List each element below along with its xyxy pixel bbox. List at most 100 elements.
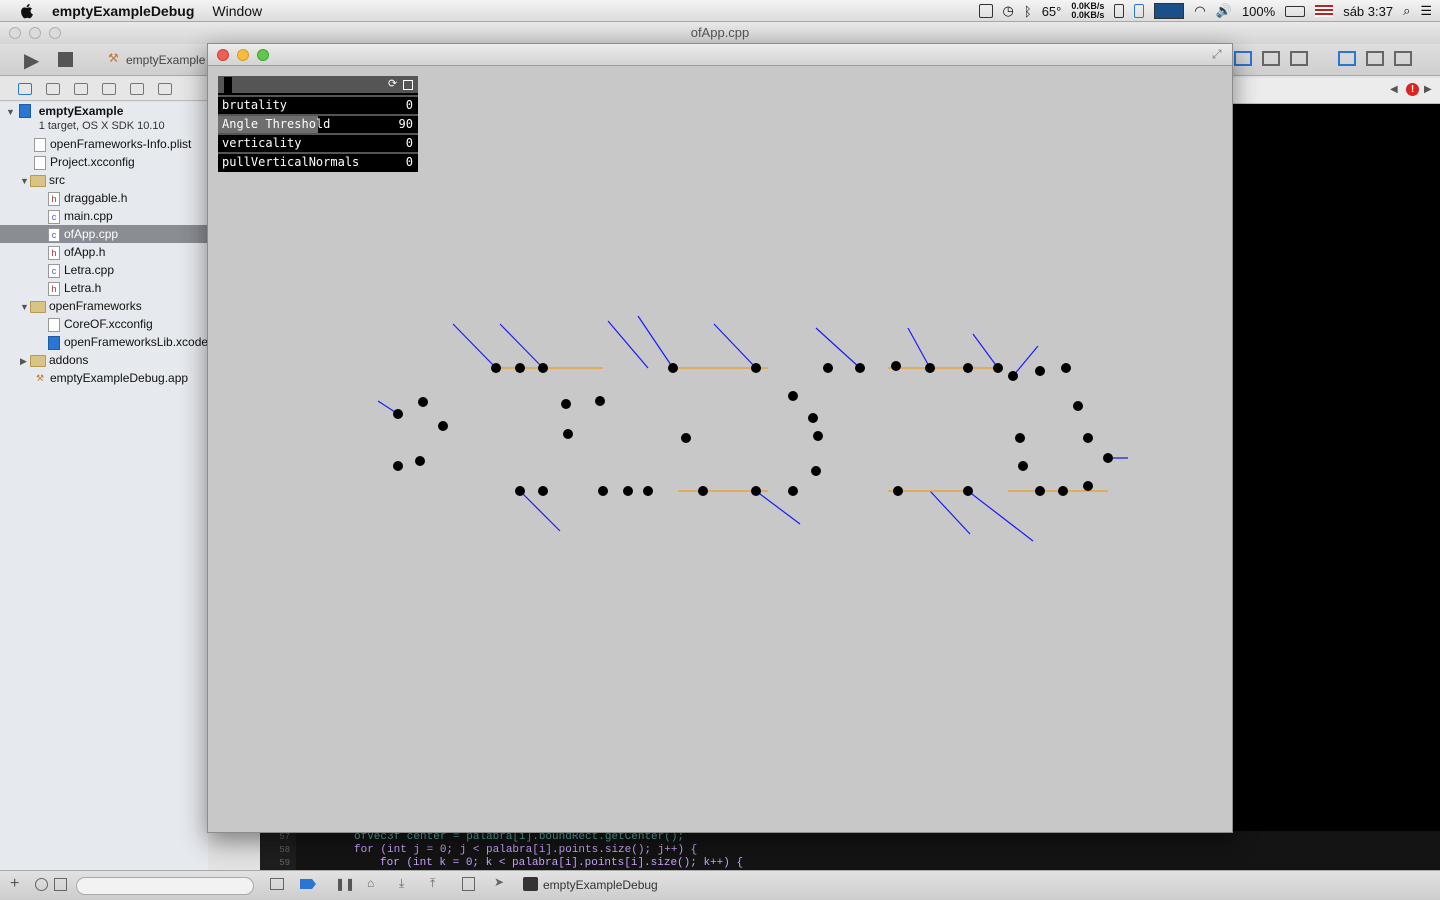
error-icon[interactable]: !: [1406, 83, 1419, 96]
control-point[interactable]: [563, 429, 573, 439]
breakpoints-toggle-icon[interactable]: [300, 879, 316, 889]
network-speed[interactable]: 0.0KB/s 0.0KB/s: [1071, 2, 1104, 20]
file-item[interactable]: Project.xcconfig: [0, 153, 208, 171]
symbol-navigator-icon[interactable]: [46, 82, 60, 95]
xcode-zoom-button[interactable]: [49, 27, 61, 39]
stop-icon[interactable]: [58, 52, 73, 67]
wifi-icon[interactable]: ◠: [1194, 3, 1205, 19]
control-point[interactable]: [1018, 461, 1028, 471]
disclosure-open-icon[interactable]: ▼: [20, 298, 30, 315]
step-over-icon[interactable]: ⌂: [367, 876, 374, 890]
issue-navigator-icon[interactable]: [102, 82, 116, 95]
file-item[interactable]: c Letra.cpp: [0, 261, 208, 279]
find-navigator-icon[interactable]: [74, 82, 88, 95]
control-point[interactable]: [623, 486, 633, 496]
control-point[interactable]: [925, 363, 935, 373]
control-point[interactable]: [1083, 481, 1093, 491]
debug-target-label[interactable]: emptyExampleDebug: [543, 878, 658, 892]
memory-meter-icon[interactable]: [1114, 4, 1125, 18]
of-canvas[interactable]: [208, 66, 1232, 832]
control-point[interactable]: [1008, 371, 1018, 381]
cpu-graph-icon[interactable]: [1154, 3, 1185, 19]
battery-percent[interactable]: 100%: [1242, 4, 1275, 19]
previous-issue-icon[interactable]: ◀: [1390, 84, 1398, 95]
editor-area[interactable]: [1232, 104, 1440, 870]
control-point[interactable]: [491, 363, 501, 373]
code-line[interactable]: for (int j = 0; j < palabra[i].points.si…: [354, 844, 697, 857]
control-point[interactable]: [698, 486, 708, 496]
control-point[interactable]: [668, 363, 678, 373]
control-point[interactable]: [1058, 486, 1068, 496]
flag-icon[interactable]: [1315, 5, 1334, 17]
navigator-filter-input[interactable]: [76, 877, 254, 895]
control-point[interactable]: [438, 421, 448, 431]
control-point[interactable]: [643, 486, 653, 496]
code-editor[interactable]: 57 58 59 ofVec3f center = palabra[i].bou…: [260, 831, 1440, 870]
simulate-location-icon[interactable]: ➤: [494, 875, 504, 889]
pause-icon[interactable]: ❚❚: [335, 877, 355, 891]
control-point[interactable]: [393, 409, 403, 419]
airplay-icon[interactable]: [978, 4, 993, 18]
test-navigator-icon[interactable]: [130, 82, 144, 95]
control-point[interactable]: [515, 486, 525, 496]
file-item[interactable]: h Letra.h: [0, 279, 208, 297]
control-point[interactable]: [1083, 433, 1093, 443]
control-point[interactable]: [751, 363, 761, 373]
source-control-filter-icon[interactable]: [54, 878, 67, 891]
control-point[interactable]: [963, 363, 973, 373]
apple-icon[interactable]: [20, 3, 34, 19]
control-point[interactable]: [1035, 486, 1045, 496]
step-into-icon[interactable]: ⤓: [399, 876, 404, 891]
control-point[interactable]: [681, 433, 691, 443]
disclosure-open-icon[interactable]: ▼: [20, 172, 30, 189]
file-item[interactable]: h ofApp.h: [0, 243, 208, 261]
control-point[interactable]: [1061, 363, 1071, 373]
file-item[interactable]: openFrameworksLib.xcodeproj: [0, 333, 208, 351]
control-point[interactable]: [1015, 433, 1025, 443]
control-point[interactable]: [515, 363, 525, 373]
control-point[interactable]: [751, 486, 761, 496]
group-item[interactable]: ▶ addons: [0, 351, 208, 369]
temperature-readout[interactable]: 65°: [1042, 4, 1062, 19]
control-point[interactable]: [788, 486, 798, 496]
debug-area-toggle-icon[interactable]: [1366, 51, 1384, 66]
notification-center-icon[interactable]: ☰: [1420, 3, 1432, 19]
control-point[interactable]: [813, 431, 823, 441]
control-point[interactable]: [595, 396, 605, 406]
clock[interactable]: sáb 3:37: [1343, 4, 1393, 19]
code-line[interactable]: for (int k = 0; k < palabra[i].points[i]…: [380, 857, 743, 870]
disk-meter-icon[interactable]: [1134, 4, 1145, 18]
navigator-toggle-icon[interactable]: [1338, 51, 1356, 66]
control-point[interactable]: [1035, 366, 1045, 376]
project-root[interactable]: ▼ emptyExample 1 target, OS X SDK 10.10: [0, 104, 208, 138]
control-point[interactable]: [993, 363, 1003, 373]
control-point[interactable]: [823, 363, 833, 373]
minimize-button[interactable]: [237, 49, 249, 61]
control-point[interactable]: [418, 397, 428, 407]
debug-navigator-icon[interactable]: [158, 82, 172, 95]
version-editor-icon[interactable]: [1290, 51, 1308, 66]
step-out-icon[interactable]: ⤒: [430, 876, 435, 891]
view-hierarchy-icon[interactable]: [462, 877, 475, 891]
zoom-button[interactable]: [257, 49, 269, 61]
bluetooth-icon[interactable]: ᛒ: [1024, 4, 1032, 19]
group-item[interactable]: ▼ src: [0, 171, 208, 189]
control-point[interactable]: [811, 466, 821, 476]
control-point[interactable]: [598, 486, 608, 496]
control-point[interactable]: [1073, 401, 1083, 411]
file-item[interactable]: openFrameworks-Info.plist: [0, 135, 208, 153]
fullscreen-icon[interactable]: ⤢: [1212, 47, 1222, 62]
disclosure-open-icon[interactable]: ▼: [6, 105, 16, 119]
xcode-close-button[interactable]: [9, 27, 21, 39]
assistant-editor-icon[interactable]: [1262, 51, 1280, 66]
standard-editor-icon[interactable]: [1234, 51, 1252, 66]
utilities-toggle-icon[interactable]: [1394, 51, 1412, 66]
recent-files-icon[interactable]: [35, 878, 48, 891]
control-point[interactable]: [415, 456, 425, 466]
menu-window[interactable]: Window: [212, 3, 262, 19]
volume-icon[interactable]: 🔊: [1216, 3, 1232, 19]
file-item[interactable]: CoreOF.xcconfig: [0, 315, 208, 333]
xcode-minimize-button[interactable]: [29, 27, 41, 39]
control-point[interactable]: [561, 399, 571, 409]
add-file-icon[interactable]: +: [10, 875, 19, 893]
